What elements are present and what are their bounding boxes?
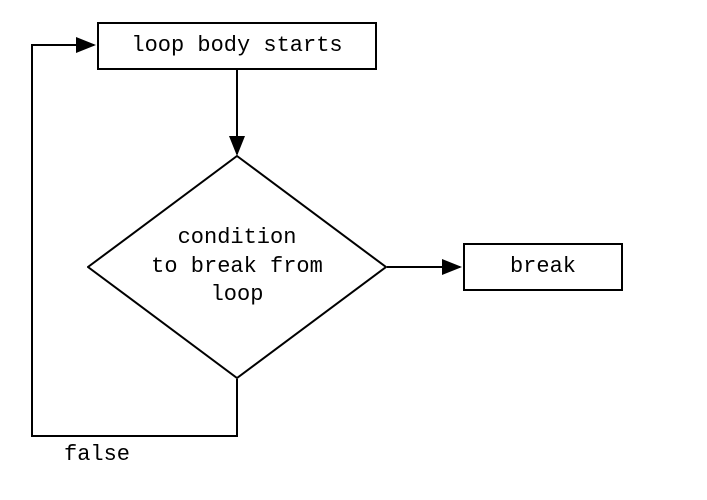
- loop-body-starts-label: loop body starts: [131, 32, 342, 61]
- edge-false-label: false: [64, 444, 130, 466]
- break-label: break: [510, 253, 576, 282]
- condition-label: conditionto break fromloop: [151, 224, 323, 310]
- loop-body-starts-node: loop body starts: [97, 22, 377, 70]
- condition-node: conditionto break fromloop: [87, 155, 387, 379]
- break-node: break: [463, 243, 623, 291]
